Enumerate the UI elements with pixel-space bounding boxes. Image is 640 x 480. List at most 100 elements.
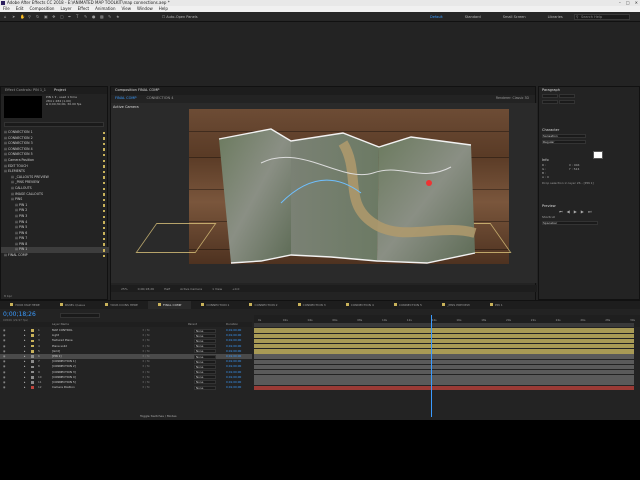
parent-dropdown[interactable]: None [194,359,216,364]
timeline-tab[interactable]: CONNECTION 1 [191,301,239,309]
layer-row[interactable]: ◉ ▸ 12 Camera Position ✶ / fx None 0;01;00;00 [0,385,252,390]
label-color-swatch[interactable] [102,165,105,168]
first-frame-icon[interactable]: ⏮ [559,209,563,214]
workspace-default[interactable]: Default [430,15,443,19]
home-icon[interactable]: ⌂ [4,15,8,19]
current-time-indicator[interactable] [431,315,432,417]
timeline-tab[interactable]: CONNECTION 3 [288,301,336,309]
timeline-tab[interactable]: PANEL Queue [50,301,95,309]
timeline-tab[interactable]: PIN 1 [480,301,513,309]
bpc-indicator[interactable]: 8 bpc [4,294,12,298]
workspace-standard[interactable]: Standard [465,15,481,19]
label-color-swatch[interactable] [102,187,105,191]
label-color-swatch[interactable] [102,181,105,185]
clone-stamp-tool-icon[interactable]: ● [92,15,96,19]
layer-duration-bar[interactable] [254,343,634,349]
space-before-field[interactable] [542,100,558,104]
resolution-dropdown[interactable]: Half [164,287,170,291]
play-icon[interactable]: ▶ [574,209,577,214]
label-color-swatch[interactable] [102,131,105,135]
layer-duration-bar[interactable] [254,338,634,344]
parent-dropdown[interactable]: None [194,328,216,333]
layer-duration-bar[interactable] [254,349,634,354]
label-color-swatch[interactable] [102,243,105,246]
exposure-value[interactable]: +0.0 [232,287,239,291]
pen-tool-icon[interactable]: ✒ [68,15,72,19]
project-search-input[interactable] [4,122,104,127]
label-color-swatch[interactable] [102,204,105,207]
comp-viewer[interactable]: Active Camera [111,103,537,283]
layer-label-color[interactable] [31,360,34,364]
tab-composition[interactable]: Composition FINAL COMP [115,87,159,95]
subtab-connection-4[interactable]: CONNECTION 4 [146,96,173,100]
selection-tool-icon[interactable]: ➤ [12,15,16,19]
auto-open-panels[interactable]: ☐ Auto-Open Panels [162,15,198,19]
timeline-tab[interactable]: _PINS PREVIEW [432,301,480,309]
timeline-tab[interactable]: CONNECTION 2 [239,301,287,309]
label-color-swatch[interactable] [102,254,105,258]
layer-duration-bar[interactable] [254,375,634,380]
last-frame-icon[interactable]: ⏭ [588,209,592,214]
label-color-swatch[interactable] [102,237,105,241]
parent-dropdown[interactable]: None [194,375,216,380]
rectangle-tool-icon[interactable]: ▢ [60,15,64,19]
layer-label-color[interactable] [31,370,34,374]
layer-duration-bar[interactable] [254,364,634,370]
parent-dropdown[interactable]: None [194,370,216,375]
font-style-dropdown[interactable]: Regular [542,140,586,144]
tab-project[interactable]: Project [54,87,66,94]
layer-switches[interactable]: ✶ / fx [142,385,150,390]
zoom-tool-icon[interactable]: ⚲ [28,15,32,19]
hand-tool-icon[interactable]: ✋ [20,15,25,19]
indent-right-field[interactable] [558,94,575,98]
parent-dropdown[interactable]: None [194,354,216,359]
timeline-tab[interactable]: CONNECTION 4 [336,301,384,309]
timeline-timecode[interactable]: 0;00;18;26 [3,311,36,318]
view-layout-dropdown[interactable]: 1 View [212,287,222,291]
timeline-tab[interactable]: YOUR MAP HERE [0,301,50,309]
label-color-swatch[interactable] [102,148,105,151]
roto-brush-tool-icon[interactable]: ✎ [108,15,112,19]
work-area-bar[interactable] [254,323,634,327]
label-color-swatch[interactable] [102,142,105,146]
layer-label-color[interactable] [31,334,34,338]
workspace-libraries[interactable]: Libraries [548,15,563,19]
label-color-swatch[interactable] [102,193,105,196]
label-color-swatch[interactable] [102,170,105,174]
prev-frame-icon[interactable]: ◀ [567,209,570,214]
layer-duration-bar[interactable] [254,354,634,359]
layer-label-color[interactable] [31,381,34,384]
parent-dropdown[interactable]: None [194,333,216,338]
eraser-tool-icon[interactable]: ▩ [100,15,104,19]
layer-duration-bar[interactable] [254,328,634,333]
shortcut-dropdown[interactable]: Spacebar [542,221,598,225]
twirl-arrow-icon[interactable]: ▸ [24,385,25,390]
font-family-dropdown[interactable]: Sansation [542,134,586,138]
layer-label-color[interactable] [31,386,34,389]
layer-duration-bar[interactable] [254,359,634,365]
type-tool-icon[interactable]: T [76,15,80,19]
search-help-input[interactable]: ⚲ Search Help [574,14,630,20]
space-after-field[interactable] [558,100,575,104]
label-color-swatch[interactable] [102,221,105,224]
visibility-eye-icon[interactable]: ◉ [3,385,5,390]
next-frame-icon[interactable]: ▶ [581,209,584,214]
label-color-swatch[interactable] [102,137,105,140]
timeline-tab[interactable]: FINAL COMP [147,301,192,309]
layer-duration-bar[interactable] [254,380,634,385]
tab-effect-controls[interactable]: Effect Controls: PIN 1_1 [5,87,46,94]
toggle-switches-modes[interactable]: Toggle Switches / Modes [140,414,177,418]
camera-tool-icon[interactable]: ▣ [44,15,48,19]
layer-name[interactable]: Camera Position [52,385,75,390]
rotate-tool-icon[interactable]: ↻ [36,15,40,19]
label-color-swatch[interactable] [102,209,105,213]
active-camera-dropdown[interactable]: Active Camera [180,287,202,291]
label-color-swatch[interactable] [102,249,105,252]
layer-duration[interactable]: 0;01;00;00 [226,385,241,390]
layer-duration-bar[interactable] [254,385,634,391]
subtab-final-comp[interactable]: FINAL COMP [115,96,136,100]
timeline-search-input[interactable] [60,313,100,318]
indent-left-field[interactable] [542,94,558,98]
parent-dropdown[interactable]: None [194,364,216,369]
label-color-swatch[interactable] [102,198,105,202]
